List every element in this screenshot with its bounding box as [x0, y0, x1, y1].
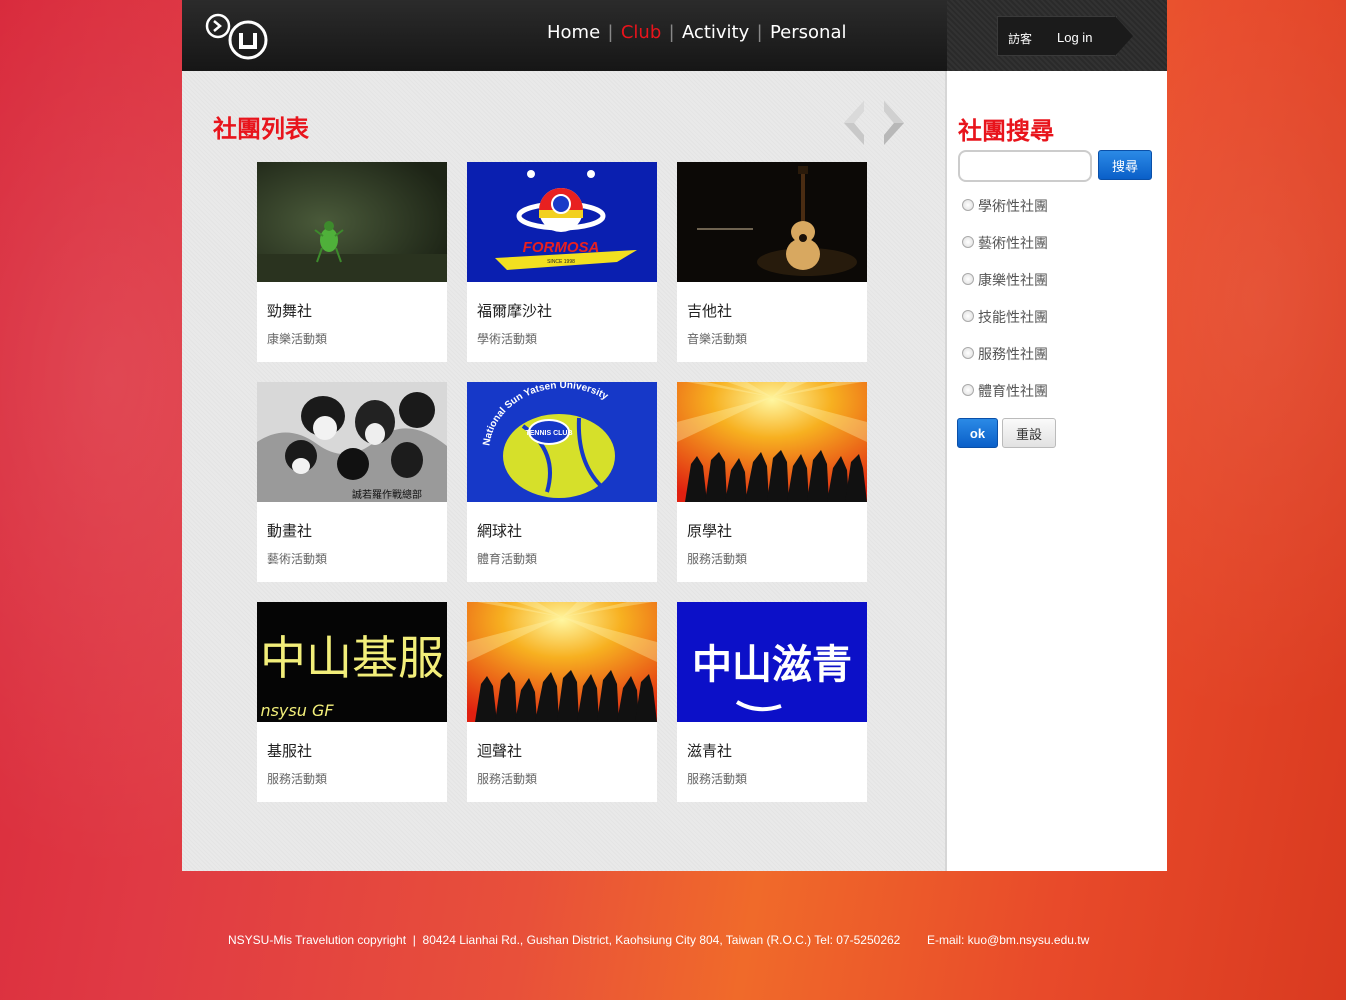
club-card[interactable]: National Sun Yatsen University TENNIS CL…: [467, 382, 657, 582]
guest-label: 訪客: [1008, 32, 1033, 46]
filter-label: 技能性社團: [978, 310, 1048, 326]
club-category: 藝術活動類: [267, 552, 328, 566]
club-category: 服務活動類: [687, 552, 748, 566]
club-card[interactable]: 中山滋青 滋青社 服務活動類: [677, 602, 867, 802]
club-grid: 勁舞社 康樂活動類 FORMOSA SINCE 1998 福爾摩沙社 學術活動類…: [257, 162, 867, 802]
filter-label: 體育性社團: [978, 384, 1048, 400]
top-header: Home | Club | Activity | Personal 訪客 Log…: [182, 0, 1167, 71]
jifu-chars: 中山基服: [260, 631, 444, 685]
club-card[interactable]: 迴聲社 服務活動類: [467, 602, 657, 802]
nav-activity[interactable]: Activity: [682, 22, 749, 43]
filter-option[interactable]: 技能性社團: [962, 307, 1048, 344]
club-category: 學術活動類: [477, 332, 538, 346]
reset-button[interactable]: 重設: [1002, 418, 1056, 448]
club-name: 滋青社: [687, 742, 733, 760]
club-thumbnail-dancers[interactable]: [467, 602, 657, 722]
club-name: 福爾摩沙社: [477, 302, 553, 320]
club-card[interactable]: 原學社 服務活動類: [677, 382, 867, 582]
filter-option[interactable]: 體育性社團: [962, 381, 1048, 418]
filter-option[interactable]: 康樂性社團: [962, 270, 1048, 307]
search-sidebar: 社團搜尋 搜尋 學術性社團 藝術性社團 康樂性社團 技能性社團 服務性社團 體育…: [947, 71, 1167, 871]
radio-button[interactable]: [962, 384, 974, 396]
club-thumbnail-formosa[interactable]: FORMOSA SINCE 1998: [467, 162, 657, 282]
site-logo[interactable]: [204, 12, 274, 60]
club-name: 吉他社: [687, 302, 733, 320]
filter-label: 康樂性社團: [978, 273, 1048, 289]
club-thumbnail-beetle[interactable]: [257, 162, 447, 282]
club-category: 音樂活動類: [687, 332, 748, 346]
search-title: 社團搜尋: [958, 117, 1054, 145]
club-name: 迴聲社: [477, 742, 523, 760]
club-category: 體育活動類: [477, 552, 538, 566]
page-title: 社團列表: [213, 115, 309, 143]
club-thumbnail-anime[interactable]: 誠若羅作戰總部: [257, 382, 447, 502]
club-category: 康樂活動類: [267, 332, 328, 346]
club-name: 網球社: [477, 522, 523, 540]
club-thumbnail-jifu[interactable]: 中山基服 nsysu GF: [257, 602, 447, 722]
filter-option[interactable]: 藝術性社團: [962, 233, 1048, 270]
club-card[interactable]: 誠若羅作戰總部 動畫社 藝術活動類: [257, 382, 447, 582]
user-area: 訪客 Log in: [947, 0, 1167, 71]
tennis-club-text: TENNIS CLUB: [525, 430, 572, 437]
search-button[interactable]: 搜尋: [1098, 150, 1152, 180]
club-name: 原學社: [687, 522, 733, 540]
category-filter-list: 學術性社團 藝術性社團 康樂性社團 技能性社團 服務性社團 體育性社團: [962, 196, 1048, 418]
ziqing-chars: 中山滋青: [692, 641, 852, 688]
formosa-since-text: SINCE 1998: [547, 259, 575, 265]
club-name: 基服社: [267, 742, 313, 760]
radio-button[interactable]: [962, 273, 974, 285]
jifu-latin: nsysu GF: [260, 701, 334, 720]
main-nav: Home | Club | Activity | Personal: [547, 22, 846, 43]
formosa-text: FORMOSA: [523, 239, 600, 256]
filter-label: 藝術性社團: [978, 236, 1048, 252]
pager-arrows: [844, 101, 904, 145]
filter-option[interactable]: 學術性社團: [962, 196, 1048, 233]
ok-button[interactable]: ok: [957, 418, 998, 448]
club-thumbnail-tennis[interactable]: National Sun Yatsen University TENNIS CL…: [467, 382, 657, 502]
radio-button[interactable]: [962, 347, 974, 359]
club-list-panel: 社團列表 勁舞社 康樂活動類 FORMOSA SINCE 1998 福爾摩沙社 …: [182, 71, 945, 871]
nav-club[interactable]: Club: [621, 22, 661, 43]
club-category: 服務活動類: [687, 772, 748, 786]
search-input[interactable]: [958, 150, 1092, 182]
footer-text: NSYSU-Mis Travelution copyright | 80424 …: [228, 933, 1090, 947]
nav-separator: |: [608, 22, 613, 42]
user-tab-arrow: [1115, 16, 1133, 56]
club-card[interactable]: FORMOSA SINCE 1998 福爾摩沙社 學術活動類: [467, 162, 657, 362]
radio-button[interactable]: [962, 310, 974, 322]
radio-button[interactable]: [962, 199, 974, 211]
club-thumbnail-dancers[interactable]: [677, 382, 867, 502]
club-card[interactable]: 中山基服 nsysu GF 基服社 服務活動類: [257, 602, 447, 802]
radio-button[interactable]: [962, 236, 974, 248]
nav-home[interactable]: Home: [547, 22, 600, 43]
nav-separator: |: [757, 22, 762, 42]
club-thumbnail-guitar[interactable]: [677, 162, 867, 282]
nav-personal[interactable]: Personal: [770, 22, 847, 43]
prev-arrow-icon[interactable]: [844, 101, 864, 145]
filter-label: 學術性社團: [978, 199, 1048, 215]
filter-label: 服務性社團: [978, 347, 1048, 363]
club-category: 服務活動類: [477, 772, 538, 786]
club-name: 勁舞社: [267, 302, 313, 320]
club-name: 動畫社: [267, 522, 313, 540]
login-link[interactable]: Log in: [1057, 30, 1092, 45]
anime-caption: 誠若羅作戰總部: [352, 488, 422, 501]
next-arrow-icon[interactable]: [884, 101, 904, 145]
nav-separator: |: [669, 22, 674, 42]
club-card[interactable]: 勁舞社 康樂活動類: [257, 162, 447, 362]
club-category: 服務活動類: [267, 772, 328, 786]
filter-option[interactable]: 服務性社團: [962, 344, 1048, 381]
page-container: Home | Club | Activity | Personal 訪客 Log…: [182, 0, 1167, 871]
club-card[interactable]: 吉他社 音樂活動類: [677, 162, 867, 362]
club-thumbnail-ziqing[interactable]: 中山滋青: [677, 602, 867, 722]
